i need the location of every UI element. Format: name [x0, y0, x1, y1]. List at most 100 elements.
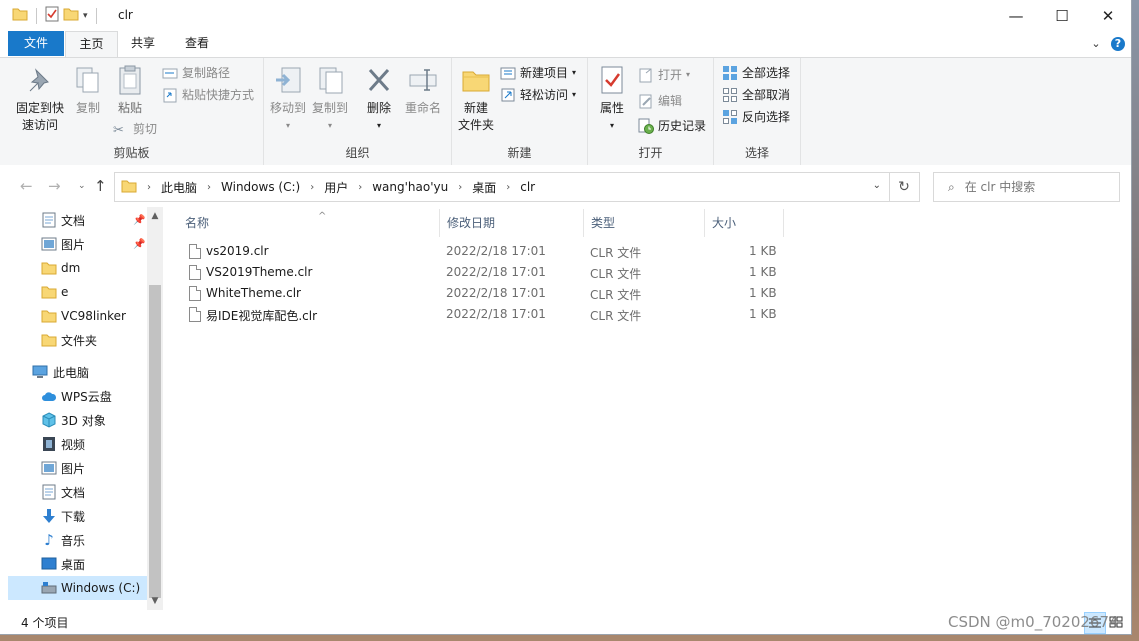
customize-toolbar-chevron-icon[interactable]: ▾ [83, 11, 88, 21]
close-button[interactable]: ✕ [1085, 0, 1131, 31]
copy-button[interactable]: 复制 [70, 64, 106, 117]
nav-item-3d-objects[interactable]: 3D 对象 [0, 408, 147, 432]
edit-button[interactable]: 编辑 [638, 91, 682, 111]
breadcrumb-chevron-icon[interactable]: › [147, 182, 151, 193]
refresh-button[interactable]: ↻ [889, 172, 920, 202]
copy-path-button[interactable]: 复制路径 [162, 63, 230, 83]
folder-icon [121, 179, 137, 196]
nav-item-music[interactable]: ♪ 音乐 [0, 528, 147, 552]
cut-label: 剪切 [133, 122, 158, 136]
nav-item-windows-drive[interactable]: Windows (C:) [8, 576, 147, 600]
nav-scrollbar[interactable]: ▲ ▼ [147, 207, 163, 610]
properties-icon[interactable] [45, 6, 59, 25]
nav-item-pictures-pc[interactable]: 图片 [0, 456, 147, 480]
new-group-label: 新建 [507, 146, 532, 160]
pinned-icon[interactable]: 📌 [133, 239, 145, 250]
history-button[interactable]: 历史记录 [638, 116, 706, 136]
copy-to-icon [314, 64, 346, 96]
help-icon[interactable]: ? [1111, 37, 1125, 51]
properties-button[interactable]: 属性 ▾ [592, 64, 632, 134]
breadcrumb-user[interactable]: wang'hao'yu [372, 180, 448, 194]
breadcrumb-drive[interactable]: Windows (C:) [221, 180, 300, 194]
breadcrumb-this-pc[interactable]: 此电脑 [161, 179, 197, 196]
address-bar[interactable]: › 此电脑 › Windows (C:) › 用户 › wang'hao'yu … [114, 172, 890, 202]
breadcrumb-users[interactable]: 用户 [324, 179, 348, 196]
search-input[interactable] [962, 179, 1107, 195]
pinned-icon[interactable]: 📌 [133, 215, 145, 226]
new-item-label: 新建项目 [520, 66, 569, 80]
file-row[interactable]: WhiteTheme.clr 2022/2/18 17:01 CLR 文件 1 … [183, 284, 783, 305]
expand-ribbon-chevron-icon[interactable]: ⌄ [1089, 37, 1103, 51]
file-icon [189, 286, 201, 301]
up-arrow-icon[interactable]: ↑ [94, 177, 107, 195]
tab-file[interactable]: 文件 [8, 31, 64, 56]
forward-arrow-icon[interactable]: → [48, 177, 61, 195]
column-header-type[interactable]: 类型 [584, 209, 705, 237]
nav-item-this-pc[interactable]: 此电脑 [0, 360, 147, 384]
open-button[interactable]: 打开 ▾ [638, 65, 690, 85]
breadcrumb-chevron-icon[interactable]: › [310, 182, 314, 193]
file-row[interactable]: 易IDE视觉库配色.clr 2022/2/18 17:01 CLR 文件 1 K… [183, 305, 783, 326]
scroll-up-icon[interactable]: ▲ [147, 211, 163, 221]
breadcrumb-chevron-icon[interactable]: › [458, 182, 462, 193]
easy-access-button[interactable]: 轻松访问 ▾ [500, 85, 576, 105]
pin-quick-access-button[interactable]: 固定到快 速访问 [12, 64, 68, 134]
rename-button[interactable]: 重命名 [401, 64, 445, 117]
breadcrumb-chevron-icon[interactable]: › [506, 182, 510, 193]
tab-share[interactable]: 共享 [118, 31, 168, 56]
address-dropdown-icon[interactable]: ⌄ [873, 180, 881, 191]
paste-shortcut-button[interactable]: 粘贴快捷方式 [162, 85, 254, 105]
file-modified: 2022/2/18 17:01 [446, 265, 546, 279]
new-folder-button[interactable]: 新建 文件夹 [454, 64, 498, 134]
back-arrow-icon[interactable]: ← [20, 177, 33, 195]
nav-item-desktop[interactable]: 桌面 [0, 552, 147, 576]
clipboard-group: 固定到快 速访问 复制 粘贴 复制路径 粘贴快捷方式 ✂ 剪切 剪贴板 [0, 58, 264, 165]
nav-item-pictures[interactable]: 图片 📌 [0, 232, 147, 256]
nav-item-folder[interactable]: 文件夹 [0, 328, 147, 352]
copy-to-button[interactable]: 复制到 ▾ [310, 64, 350, 134]
recent-locations-chevron-icon[interactable]: ⌄ [78, 181, 86, 191]
nav-item-documents[interactable]: 文档 📌 [0, 208, 147, 232]
minimize-button[interactable]: — [993, 0, 1039, 31]
breadcrumb-chevron-icon[interactable]: › [207, 182, 211, 193]
nav-item-vc98linker[interactable]: VC98linker [0, 304, 147, 328]
move-to-button[interactable]: 移动到 ▾ [268, 64, 308, 134]
select-all-button[interactable]: 全部选择 [722, 63, 790, 83]
new-item-button[interactable]: 新建项目 ▾ [500, 63, 576, 83]
breadcrumb-desktop[interactable]: 桌面 [472, 179, 496, 196]
column-header-size[interactable]: 大小 [705, 209, 784, 237]
tab-home[interactable]: 主页 [65, 31, 118, 58]
nav-item-documents-pc[interactable]: 文档 [0, 480, 147, 504]
file-row[interactable]: vs2019.clr 2022/2/18 17:01 CLR 文件 1 KB [183, 242, 783, 263]
maximize-button[interactable]: ☐ [1039, 0, 1085, 31]
breadcrumb-current[interactable]: clr [520, 180, 535, 194]
invert-selection-button[interactable]: 反向选择 [722, 107, 790, 127]
nav-item-e[interactable]: e [0, 280, 147, 304]
copy-to-label: 复制到 [311, 101, 348, 115]
nav-item-downloads[interactable]: 下载 [0, 504, 147, 528]
scrollbar-thumb[interactable] [149, 285, 161, 598]
search-box[interactable]: ⌕ [933, 172, 1120, 202]
paste-button[interactable]: 粘贴 [110, 64, 150, 117]
title-bar: ▾ clr — ☐ ✕ [0, 0, 1131, 31]
easy-access-icon [500, 87, 516, 103]
easy-access-label: 轻松访问 [520, 88, 569, 102]
column-header-modified[interactable]: 修改日期 [440, 209, 584, 237]
nav-item-label: 文档 [61, 213, 86, 228]
column-header-name[interactable]: 名称 ^ [178, 209, 440, 237]
nav-item-wps-cloud[interactable]: WPS云盘 [0, 384, 147, 408]
scroll-down-icon[interactable]: ▼ [147, 596, 163, 606]
open-icon [638, 67, 654, 83]
paste-shortcut-label: 粘贴快捷方式 [182, 88, 255, 102]
nav-item-videos[interactable]: 视频 [0, 432, 147, 456]
delete-button[interactable]: 删除 ▾ [361, 64, 397, 134]
cut-button[interactable]: ✂ 剪切 [113, 119, 157, 139]
nav-item-dm[interactable]: dm [0, 256, 147, 280]
new-folder-icon[interactable] [63, 7, 79, 24]
breadcrumb-chevron-icon[interactable]: › [358, 182, 362, 193]
invert-selection-label: 反向选择 [742, 110, 791, 124]
tab-view[interactable]: 查看 [171, 31, 223, 56]
navigation-bar: ← → ⌄ ↑ › 此电脑 › Windows (C:) › 用户 › wang… [0, 165, 1131, 207]
select-none-button[interactable]: 全部取消 [722, 85, 790, 105]
file-row[interactable]: VS2019Theme.clr 2022/2/18 17:01 CLR 文件 1… [183, 263, 783, 284]
